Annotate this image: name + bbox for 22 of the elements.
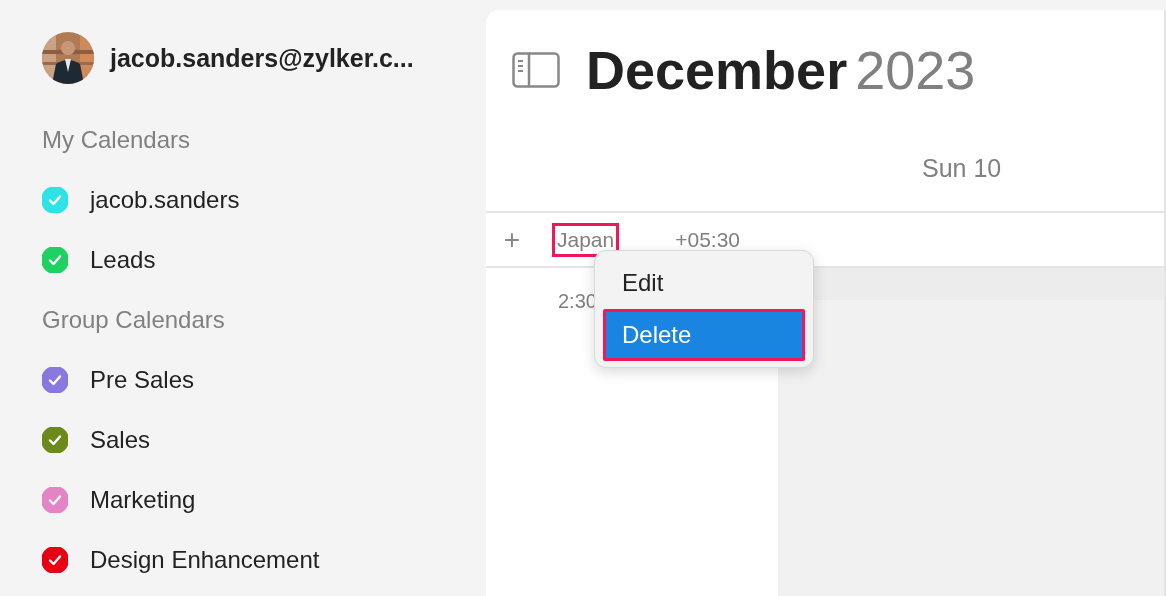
calendar-name[interactable]: Pre Sales [90,366,195,394]
section-heading: Group Calendars [42,305,225,335]
year-title: 2023 [855,39,976,101]
month-title: December [586,39,848,101]
calendar-name[interactable]: Sales [90,426,151,454]
checkbox[interactable] [42,367,68,393]
add-timezone-button[interactable]: + [486,223,538,256]
checkbox[interactable] [42,547,68,573]
checkbox[interactable] [42,427,68,453]
section-heading: My Calendars [42,125,191,155]
menu-item[interactable]: Edit [603,257,805,309]
account-email[interactable]: jacob.sanders@zylker.c... [110,43,414,73]
checkbox[interactable] [42,247,68,273]
calendar-name[interactable]: Leads [90,246,156,274]
calendar-name[interactable]: Marketing [90,486,196,514]
menu-item[interactable]: Delete [603,309,805,361]
day-header: Sun 10 [922,154,1002,183]
sidebar-toggle-icon[interactable] [512,52,560,88]
checkbox[interactable] [42,487,68,513]
calendar-name[interactable]: jacob.sanders [90,186,240,214]
calendar-name[interactable]: Design Enhancement [90,546,320,574]
timezone-offset: +05:30 [675,227,741,252]
